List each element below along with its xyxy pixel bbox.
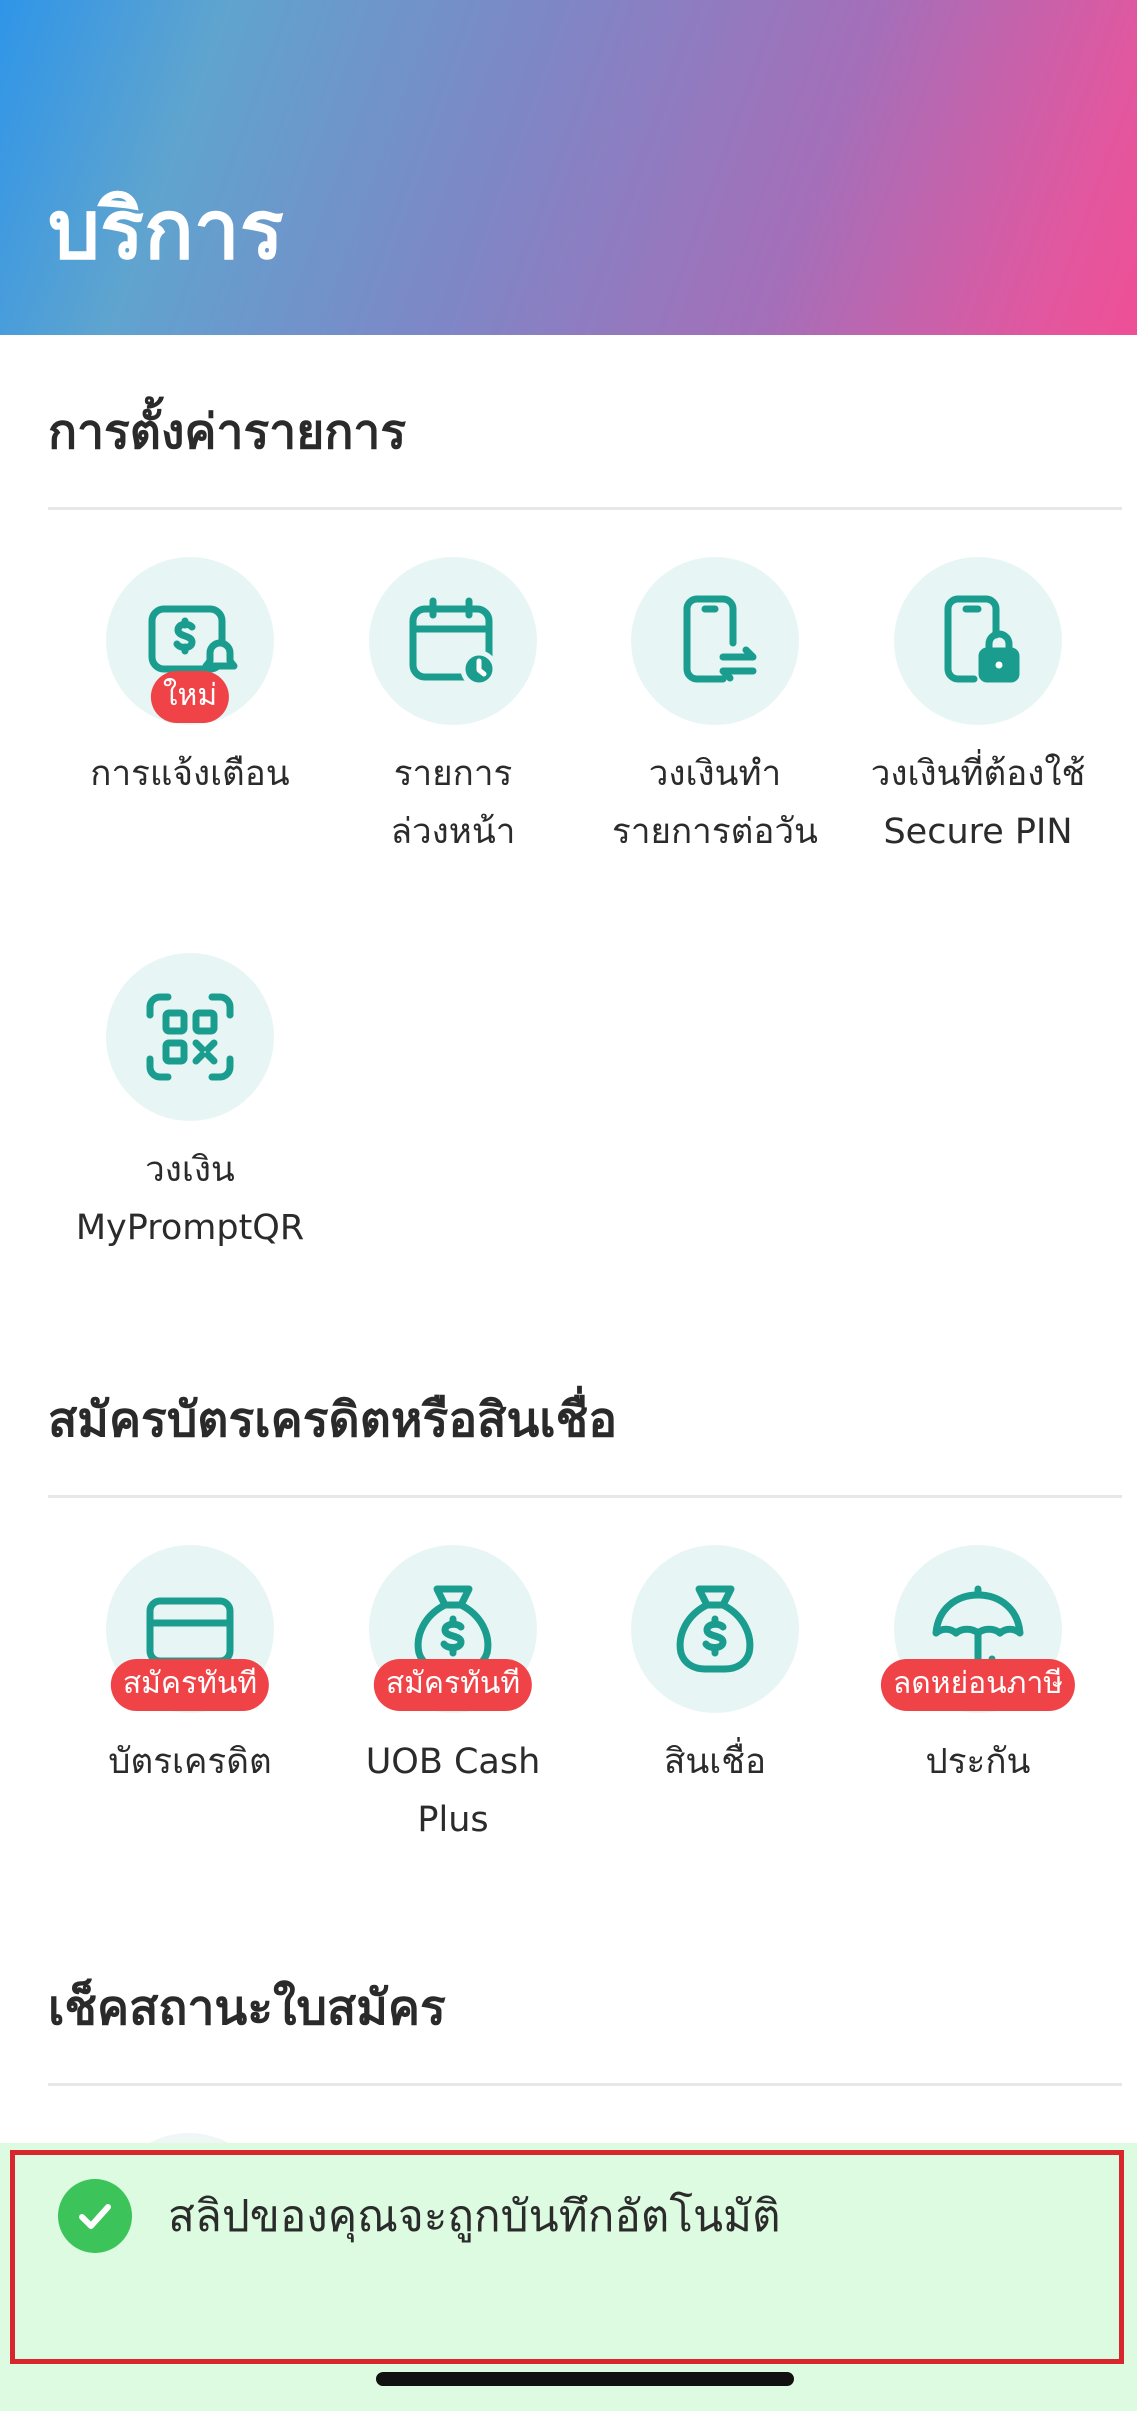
page-title: บริการ (48, 183, 284, 278)
tile-label: ประกัน (925, 1742, 1031, 1782)
calendar-clock-icon (403, 591, 503, 691)
tax-deduction-badge: ลดหย่อนภาษี (880, 1659, 1076, 1711)
qr-scan-icon (140, 987, 240, 1087)
section-title-transaction-settings: การตั้งค่ารายการ (48, 404, 407, 460)
tile-label: สินเชื่อ (663, 1742, 767, 1782)
tile-secure-pin-limit[interactable]: วงเงินที่ต้องใช้ Secure PIN (847, 557, 1109, 861)
home-indicator[interactable] (376, 2372, 794, 2386)
apply-now-badge: สมัครทันที (373, 1659, 533, 1711)
new-badge: ใหม่ (150, 671, 230, 723)
money-bag-icon (665, 1579, 765, 1679)
tile-insurance[interactable]: ลดหย่อนภาษี ประกัน (847, 1545, 1109, 1791)
tile-credit-card[interactable]: สมัครทันที บัตรเครดิต (59, 1545, 321, 1791)
divider (48, 2083, 1122, 2086)
tile-label: UOB Cash Plus (365, 1742, 541, 1840)
page-header: บริการ (0, 0, 1137, 335)
divider (48, 1495, 1122, 1498)
toast-highlight-frame (10, 2150, 1124, 2364)
tile-label: การแจ้งเตือน (90, 754, 290, 794)
tile-daily-limit[interactable]: วงเงินทำ รายการต่อวัน (584, 557, 846, 861)
phone-lock-icon (928, 591, 1028, 691)
tile-label: วงเงิน MyPromptQR (75, 1150, 305, 1248)
tile-loans[interactable]: สินเชื่อ (584, 1545, 846, 1791)
tile-label: บัตรเครดิต (108, 1742, 272, 1782)
phone-transfer-icon (665, 591, 765, 691)
tile-scheduled-transactions[interactable]: รายการ ล่วงหน้า (322, 557, 584, 861)
tile-label: วงเงินทำ รายการต่อวัน (612, 754, 818, 852)
tile-label: วงเงินที่ต้องใช้ Secure PIN (870, 754, 1086, 852)
divider (48, 507, 1122, 510)
tile-mypromptqr-limit[interactable]: วงเงิน MyPromptQR (59, 953, 321, 1257)
section-title-application-status: เช็คสถานะใบสมัคร (48, 1980, 446, 2036)
tile-notifications[interactable]: ใหม่ การแจ้งเตือน (59, 557, 321, 803)
tile-label: รายการ ล่วงหน้า (390, 754, 516, 852)
tile-uob-cash-plus[interactable]: สมัครทันที UOB Cash Plus (322, 1545, 584, 1849)
apply-now-badge: สมัครทันที (110, 1659, 270, 1711)
section-title-apply-credit: สมัครบัตรเครดิตหรือสินเชื่อ (48, 1392, 618, 1448)
